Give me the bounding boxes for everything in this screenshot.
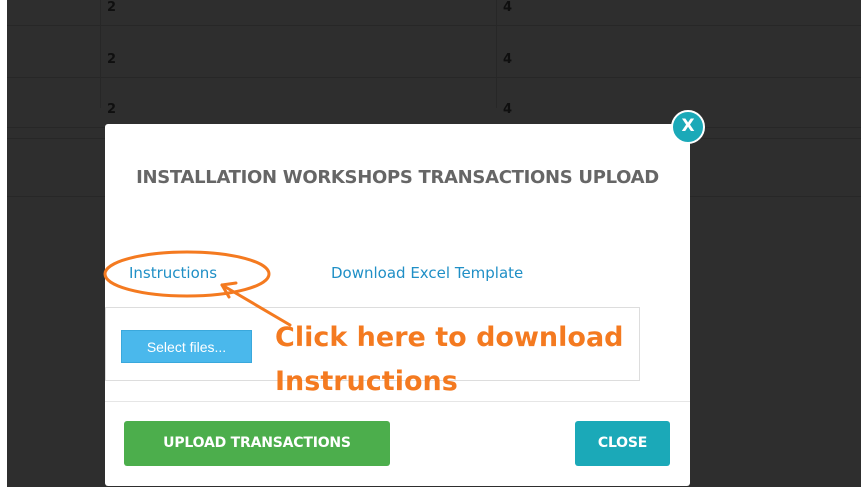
upload-modal: INSTALLATION WORKSHOPS TRANSACTIONS UPLO… [105,124,690,486]
annotation-line-1: Click here to download [275,322,624,353]
select-files-button[interactable]: Select files... [121,330,252,363]
download-template-link[interactable]: Download Excel Template [331,264,523,282]
close-x-icon[interactable]: X [671,110,705,144]
close-button[interactable]: CLOSE [575,421,670,466]
annotation-text: Click here to download Instructions [275,316,624,404]
modal-title: INSTALLATION WORKSHOPS TRANSACTIONS UPLO… [136,167,659,188]
annotation-line-2: Instructions [275,366,458,397]
upload-transactions-button[interactable]: UPLOAD TRANSACTIONS [124,421,390,466]
instructions-link[interactable]: Instructions [129,264,217,282]
